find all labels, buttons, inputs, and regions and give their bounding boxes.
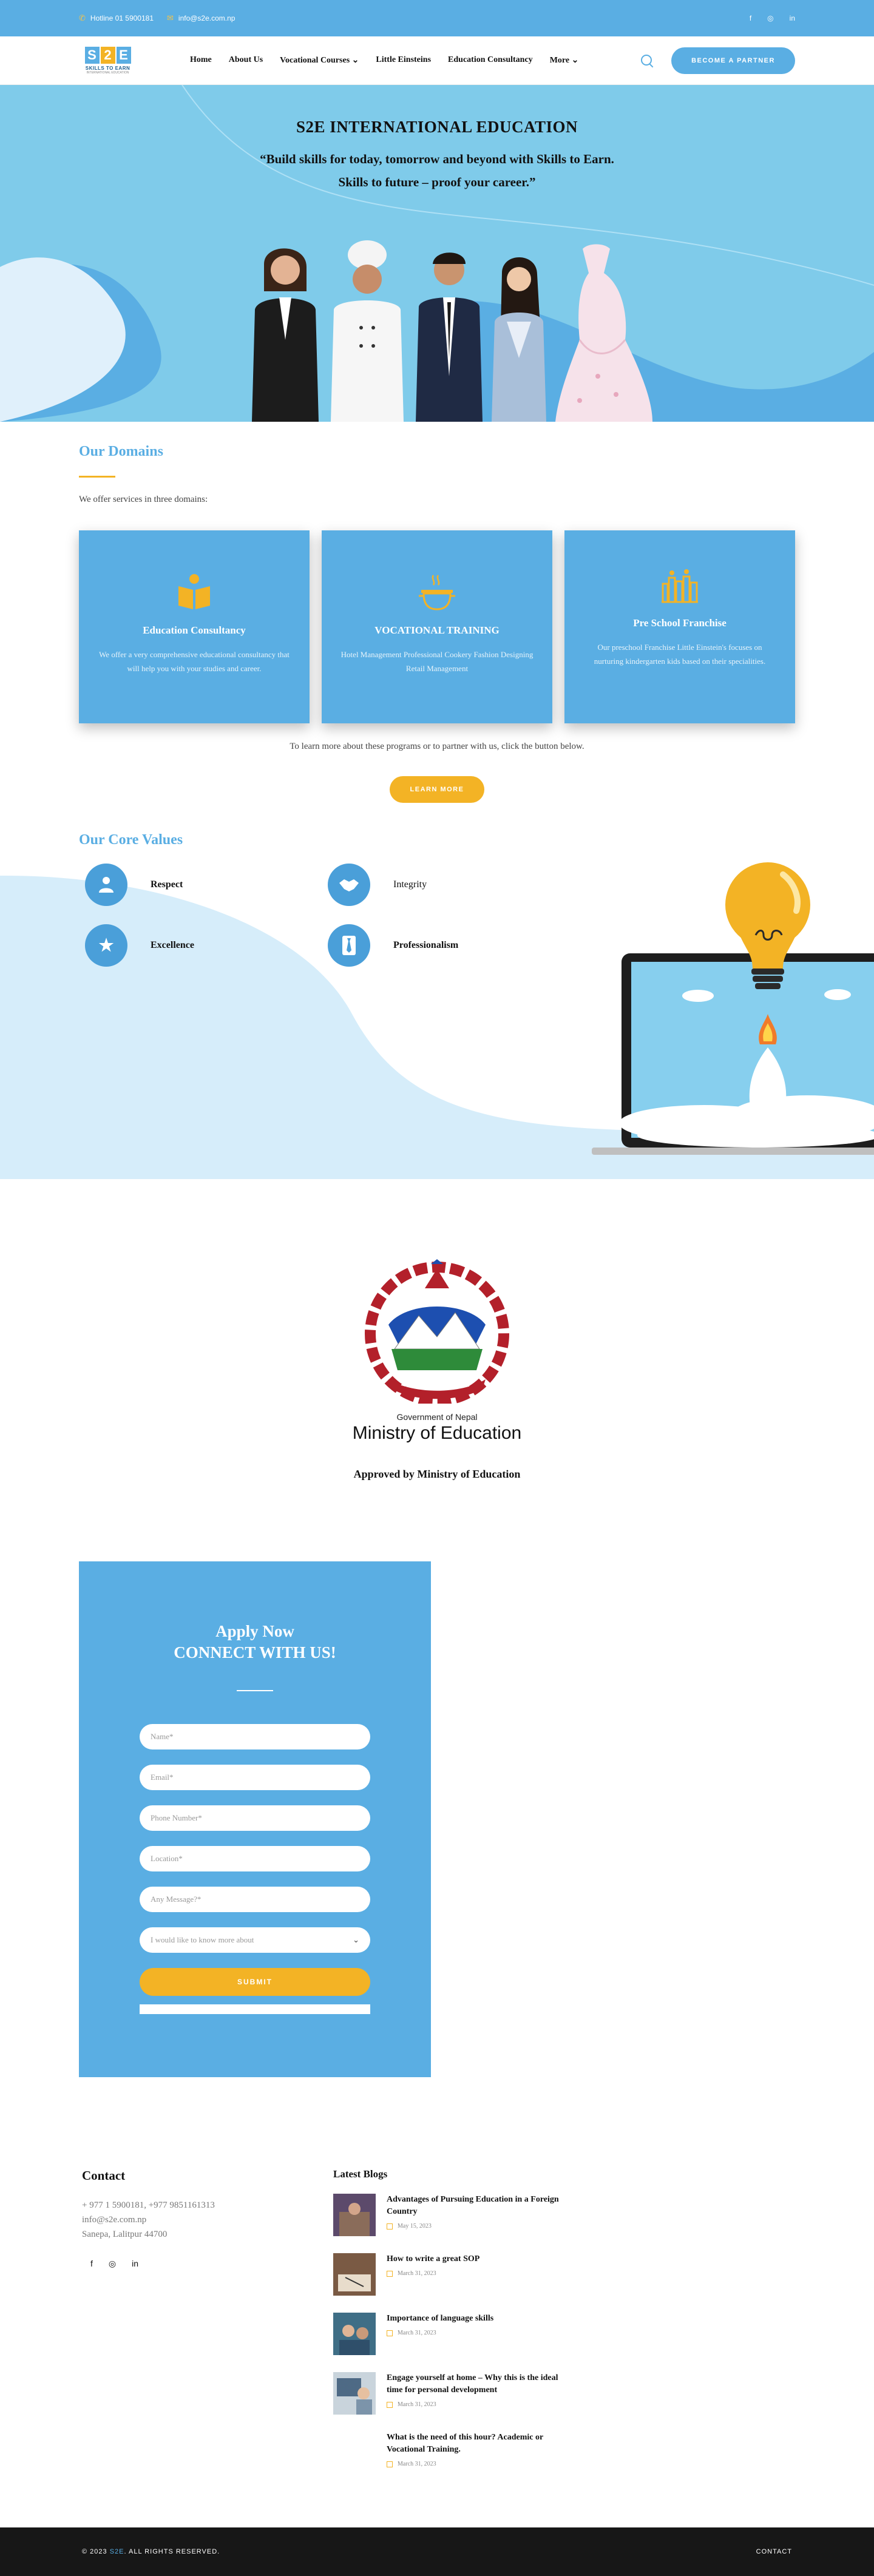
- card-body: We offer a very comprehensive educationa…: [99, 650, 290, 673]
- blog-thumbnail: [333, 2194, 376, 2236]
- core-values-section: Our Core Values Respect Integrity ★ Exce…: [0, 832, 874, 1179]
- value-integrity: Integrity: [328, 864, 427, 906]
- blog-item[interactable]: What is the need of this hour? Academic …: [333, 2432, 576, 2478]
- copyright: © 2023 S2E. ALL RIGHTS RESERVED.: [82, 2548, 220, 2555]
- apply-form: Apply Now CONNECT WITH US! Name* Email* …: [79, 1561, 431, 2077]
- value-professionalism: Professionalism: [328, 924, 458, 967]
- blog-thumbnail: [333, 2253, 376, 2296]
- name-field[interactable]: Name*: [140, 1724, 370, 1749]
- linkedin-icon[interactable]: in: [790, 14, 795, 22]
- card-body: Our preschool Franchise Little Einstein'…: [594, 643, 766, 666]
- instagram-icon[interactable]: ◎: [767, 14, 773, 22]
- card-body: Hotel Management Professional Cookery Fa…: [340, 650, 534, 673]
- tie-icon: [328, 924, 370, 967]
- nav-about[interactable]: About Us: [229, 55, 263, 66]
- ministry-sub: Government of Nepal: [396, 1412, 478, 1422]
- footer-phones[interactable]: + 977 1 5900181, +977 9851161313: [82, 2198, 333, 2213]
- top-bar: ✆ Hotline 01 5900181 ✉ info@s2e.com.np f ◎…: [0, 0, 874, 36]
- cooking-pot-icon: [419, 575, 455, 610]
- preschool-icon: [662, 569, 698, 603]
- value-respect: Respect: [85, 864, 183, 906]
- core-values-title: Our Core Values: [79, 832, 183, 848]
- footer-email[interactable]: info@s2e.com.np: [82, 2213, 333, 2227]
- card-title: Pre School Franchise: [633, 617, 727, 629]
- nav-little-einsteins[interactable]: Little Einsteins: [376, 55, 431, 66]
- blog-thumbnail: [333, 2313, 376, 2355]
- linkedin-icon[interactable]: in: [132, 2259, 138, 2269]
- form-status-bar: [140, 2004, 370, 2014]
- star-icon: ★: [85, 924, 127, 967]
- nav-vocational-courses[interactable]: Vocational Courses ⌄: [280, 55, 359, 66]
- envelope-icon: ✉: [167, 13, 174, 22]
- title-underline: [79, 476, 115, 478]
- nepal-emblem: [365, 1259, 509, 1404]
- card-title: VOCATIONAL TRAINING: [374, 624, 500, 636]
- domain-card-vocational-training[interactable]: VOCATIONAL TRAINING Hotel Management Pro…: [322, 530, 552, 723]
- people-icon: [85, 864, 127, 906]
- hero: S2E INTERNATIONAL EDUCATION “Build skill…: [0, 85, 874, 422]
- nav-home[interactable]: Home: [190, 55, 212, 66]
- form-divider: [237, 1690, 273, 1691]
- facebook-icon[interactable]: f: [750, 14, 751, 22]
- ministry-section: Government of Nepal Ministry of Educatio…: [0, 1179, 874, 1561]
- blog-thumbnail: [333, 2432, 376, 2474]
- footer-contact-link[interactable]: CONTACT: [756, 2548, 792, 2555]
- calendar-icon: [387, 2223, 393, 2229]
- learn-more-button[interactable]: LEARN MORE: [390, 776, 484, 803]
- footer-address: Sanepa, Lalitpur 44700: [82, 2229, 168, 2239]
- card-title: Education Consultancy: [143, 624, 246, 636]
- ministry-name: Ministry of Education: [352, 1423, 522, 1443]
- nav-education-consultancy[interactable]: Education Consultancy: [448, 55, 533, 66]
- message-field[interactable]: Any Message?*: [140, 1887, 370, 1912]
- submit-button[interactable]: SUBMIT: [140, 1968, 370, 1996]
- handshake-icon: [328, 864, 370, 906]
- form-title: Apply Now: [215, 1622, 294, 1640]
- hero-quote: “Build skills for today, tomorrow and be…: [260, 152, 614, 189]
- top-email[interactable]: ✉ info@s2e.com.np: [167, 13, 235, 23]
- phone-field[interactable]: Phone Number*: [140, 1805, 370, 1831]
- hotline[interactable]: ✆ Hotline 01 5900181: [79, 13, 154, 23]
- blog-item[interactable]: How to write a great SOP March 31, 2023: [333, 2253, 576, 2299]
- contact-title: Contact: [82, 2168, 126, 2183]
- calendar-icon: [387, 2270, 393, 2277]
- blog-item[interactable]: Importance of language skills March 31, 2…: [333, 2313, 576, 2359]
- form-subtitle: CONNECT WITH US!: [174, 1643, 336, 1662]
- bottom-bar: © 2023 S2E. ALL RIGHTS RESERVED. CONTACT: [0, 2527, 874, 2576]
- instagram-icon[interactable]: ◎: [109, 2259, 116, 2269]
- chevron-down-icon: ⌄: [571, 56, 579, 65]
- calendar-icon: [387, 2461, 393, 2467]
- book-icon: [178, 574, 210, 609]
- calendar-icon: [387, 2330, 393, 2336]
- footer: Contact + 977 1 5900181, +977 9851161313…: [0, 2077, 874, 2527]
- chevron-down-icon: ⌄: [351, 56, 359, 65]
- chevron-down-icon: ⌄: [353, 1935, 359, 1944]
- approved-text: Approved by Ministry of Education: [353, 1468, 521, 1480]
- learn-more-text: To learn more about these programs or to…: [290, 742, 584, 751]
- blog-thumbnail: [333, 2372, 376, 2415]
- interest-select[interactable]: I would like to know more about ⌄: [140, 1927, 370, 1953]
- domains-intro: We offer services in three domains:: [79, 495, 208, 504]
- calendar-icon: [387, 2401, 393, 2408]
- domains-section: Our Domains We offer services in three d…: [0, 422, 874, 803]
- nav-more[interactable]: More ⌄: [550, 55, 579, 66]
- blog-item[interactable]: Advantages of Pursuing Education in a Fo…: [333, 2194, 576, 2240]
- phone-icon: ✆: [79, 13, 86, 22]
- email-field[interactable]: Email*: [140, 1765, 370, 1790]
- domains-title: Our Domains: [79, 444, 163, 459]
- logo[interactable]: S 2 E SKILLS TO EARN INTERNATIONAL EDUCA…: [79, 44, 137, 78]
- value-excellence: ★ Excellence: [85, 924, 194, 967]
- blog-item[interactable]: Engage yourself at home – Why this is th…: [333, 2372, 576, 2418]
- search-icon[interactable]: [640, 53, 654, 68]
- facebook-icon[interactable]: f: [90, 2259, 93, 2269]
- hero-title: S2E INTERNATIONAL EDUCATION: [296, 118, 578, 136]
- hero-professionals-image: [252, 240, 652, 422]
- domain-card-preschool-franchise[interactable]: Pre School Franchise Our preschool Franc…: [564, 530, 795, 723]
- blogs-title: Latest Blogs: [333, 2168, 388, 2180]
- location-field[interactable]: Location*: [140, 1846, 370, 1871]
- main-nav: S 2 E SKILLS TO EARN INTERNATIONAL EDUCA…: [0, 36, 874, 85]
- domain-card-education-consultancy[interactable]: Education Consultancy We offer a very co…: [79, 530, 310, 723]
- become-partner-button[interactable]: BECOME A PARTNER: [671, 47, 795, 74]
